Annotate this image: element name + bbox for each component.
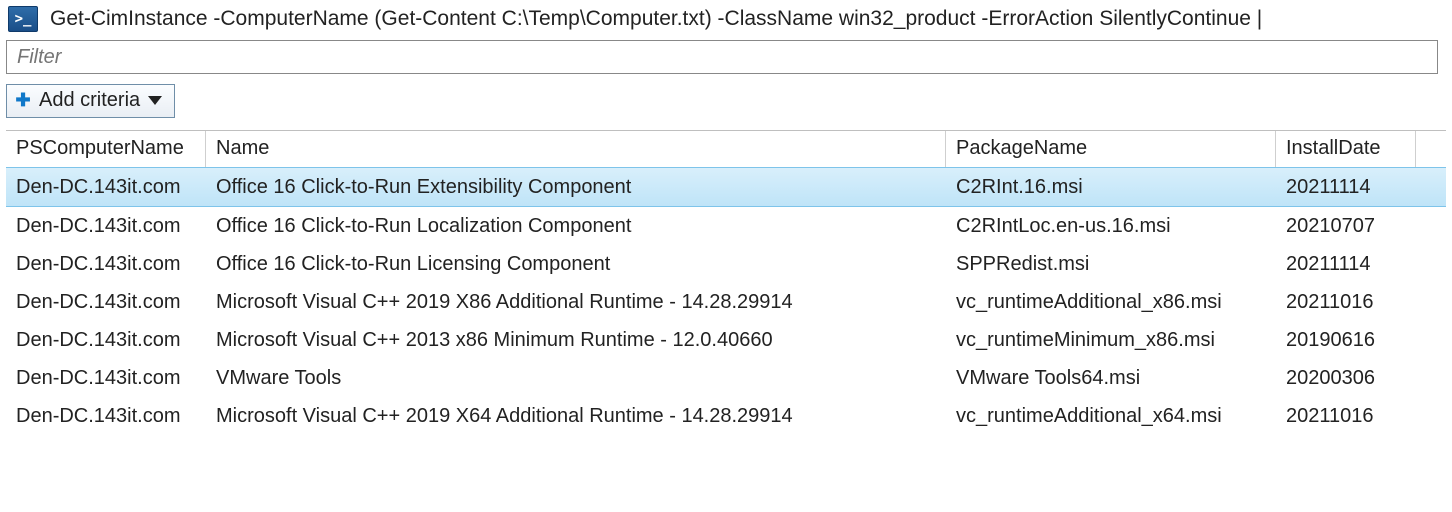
add-criteria-button[interactable]: ✚ Add criteria [6,84,175,118]
column-header-name[interactable]: Name [206,131,946,167]
cell-pscomputername: Den-DC.143it.com [6,367,206,390]
cell-installdate: 20211016 [1276,405,1416,428]
plus-icon: ✚ [15,90,31,111]
cell-packagename: C2RInt.16.msi [946,176,1276,199]
command-bar: >_ Get-CimInstance -ComputerName (Get-Co… [0,0,1452,40]
column-header-packagename[interactable]: PackageName [946,131,1276,167]
cell-packagename: SPPRedist.msi [946,253,1276,276]
cell-name: Office 16 Click-to-Run Extensibility Com… [206,176,946,199]
table-row[interactable]: Den-DC.143it.comOffice 16 Click-to-Run L… [6,245,1446,283]
cell-name: VMware Tools [206,367,946,390]
cell-pscomputername: Den-DC.143it.com [6,253,206,276]
cell-installdate: 20200306 [1276,367,1416,390]
column-header-installdate[interactable]: InstallDate [1276,131,1416,167]
cell-installdate: 20211114 [1276,176,1416,199]
command-text: Get-CimInstance -ComputerName (Get-Conte… [50,7,1262,31]
cell-packagename: vc_runtimeAdditional_x64.msi [946,405,1276,428]
cell-installdate: 20211114 [1276,253,1416,276]
cell-installdate: 20210707 [1276,215,1416,238]
table-row[interactable]: Den-DC.143it.comMicrosoft Visual C++ 201… [6,397,1446,435]
table-row[interactable]: Den-DC.143it.comMicrosoft Visual C++ 201… [6,283,1446,321]
cell-name: Microsoft Visual C++ 2019 X64 Additional… [206,405,946,428]
cell-pscomputername: Den-DC.143it.com [6,215,206,238]
column-header-pscomputername[interactable]: PSComputerName [6,131,206,167]
table-row[interactable]: Den-DC.143it.comMicrosoft Visual C++ 201… [6,321,1446,359]
cell-packagename: vc_runtimeMinimum_x86.msi [946,329,1276,352]
criteria-bar: ✚ Add criteria [0,74,1452,130]
cell-name: Microsoft Visual C++ 2013 x86 Minimum Ru… [206,329,946,352]
powershell-icon: >_ [8,6,38,32]
table-row[interactable]: Den-DC.143it.comOffice 16 Click-to-Run L… [6,207,1446,245]
table-row[interactable]: Den-DC.143it.comOffice 16 Click-to-Run E… [6,167,1446,207]
cell-name: Office 16 Click-to-Run Licensing Compone… [206,253,946,276]
cell-pscomputername: Den-DC.143it.com [6,329,206,352]
cell-packagename: vc_runtimeAdditional_x86.msi [946,291,1276,314]
cell-name: Office 16 Click-to-Run Localization Comp… [206,215,946,238]
add-criteria-label: Add criteria [39,89,140,112]
table-body: Den-DC.143it.comOffice 16 Click-to-Run E… [6,167,1446,435]
results-table: PSComputerName Name PackageName InstallD… [6,130,1446,435]
cell-pscomputername: Den-DC.143it.com [6,176,206,199]
cell-packagename: VMware Tools64.msi [946,367,1276,390]
table-row[interactable]: Den-DC.143it.comVMware ToolsVMware Tools… [6,359,1446,397]
cell-pscomputername: Den-DC.143it.com [6,291,206,314]
cell-name: Microsoft Visual C++ 2019 X86 Additional… [206,291,946,314]
cell-packagename: C2RIntLoc.en-us.16.msi [946,215,1276,238]
table-header: PSComputerName Name PackageName InstallD… [6,131,1446,168]
cell-installdate: 20190616 [1276,329,1416,352]
filter-input[interactable] [6,40,1438,74]
cell-pscomputername: Den-DC.143it.com [6,405,206,428]
cell-installdate: 20211016 [1276,291,1416,314]
chevron-down-icon [148,96,162,105]
filter-row [6,40,1446,74]
